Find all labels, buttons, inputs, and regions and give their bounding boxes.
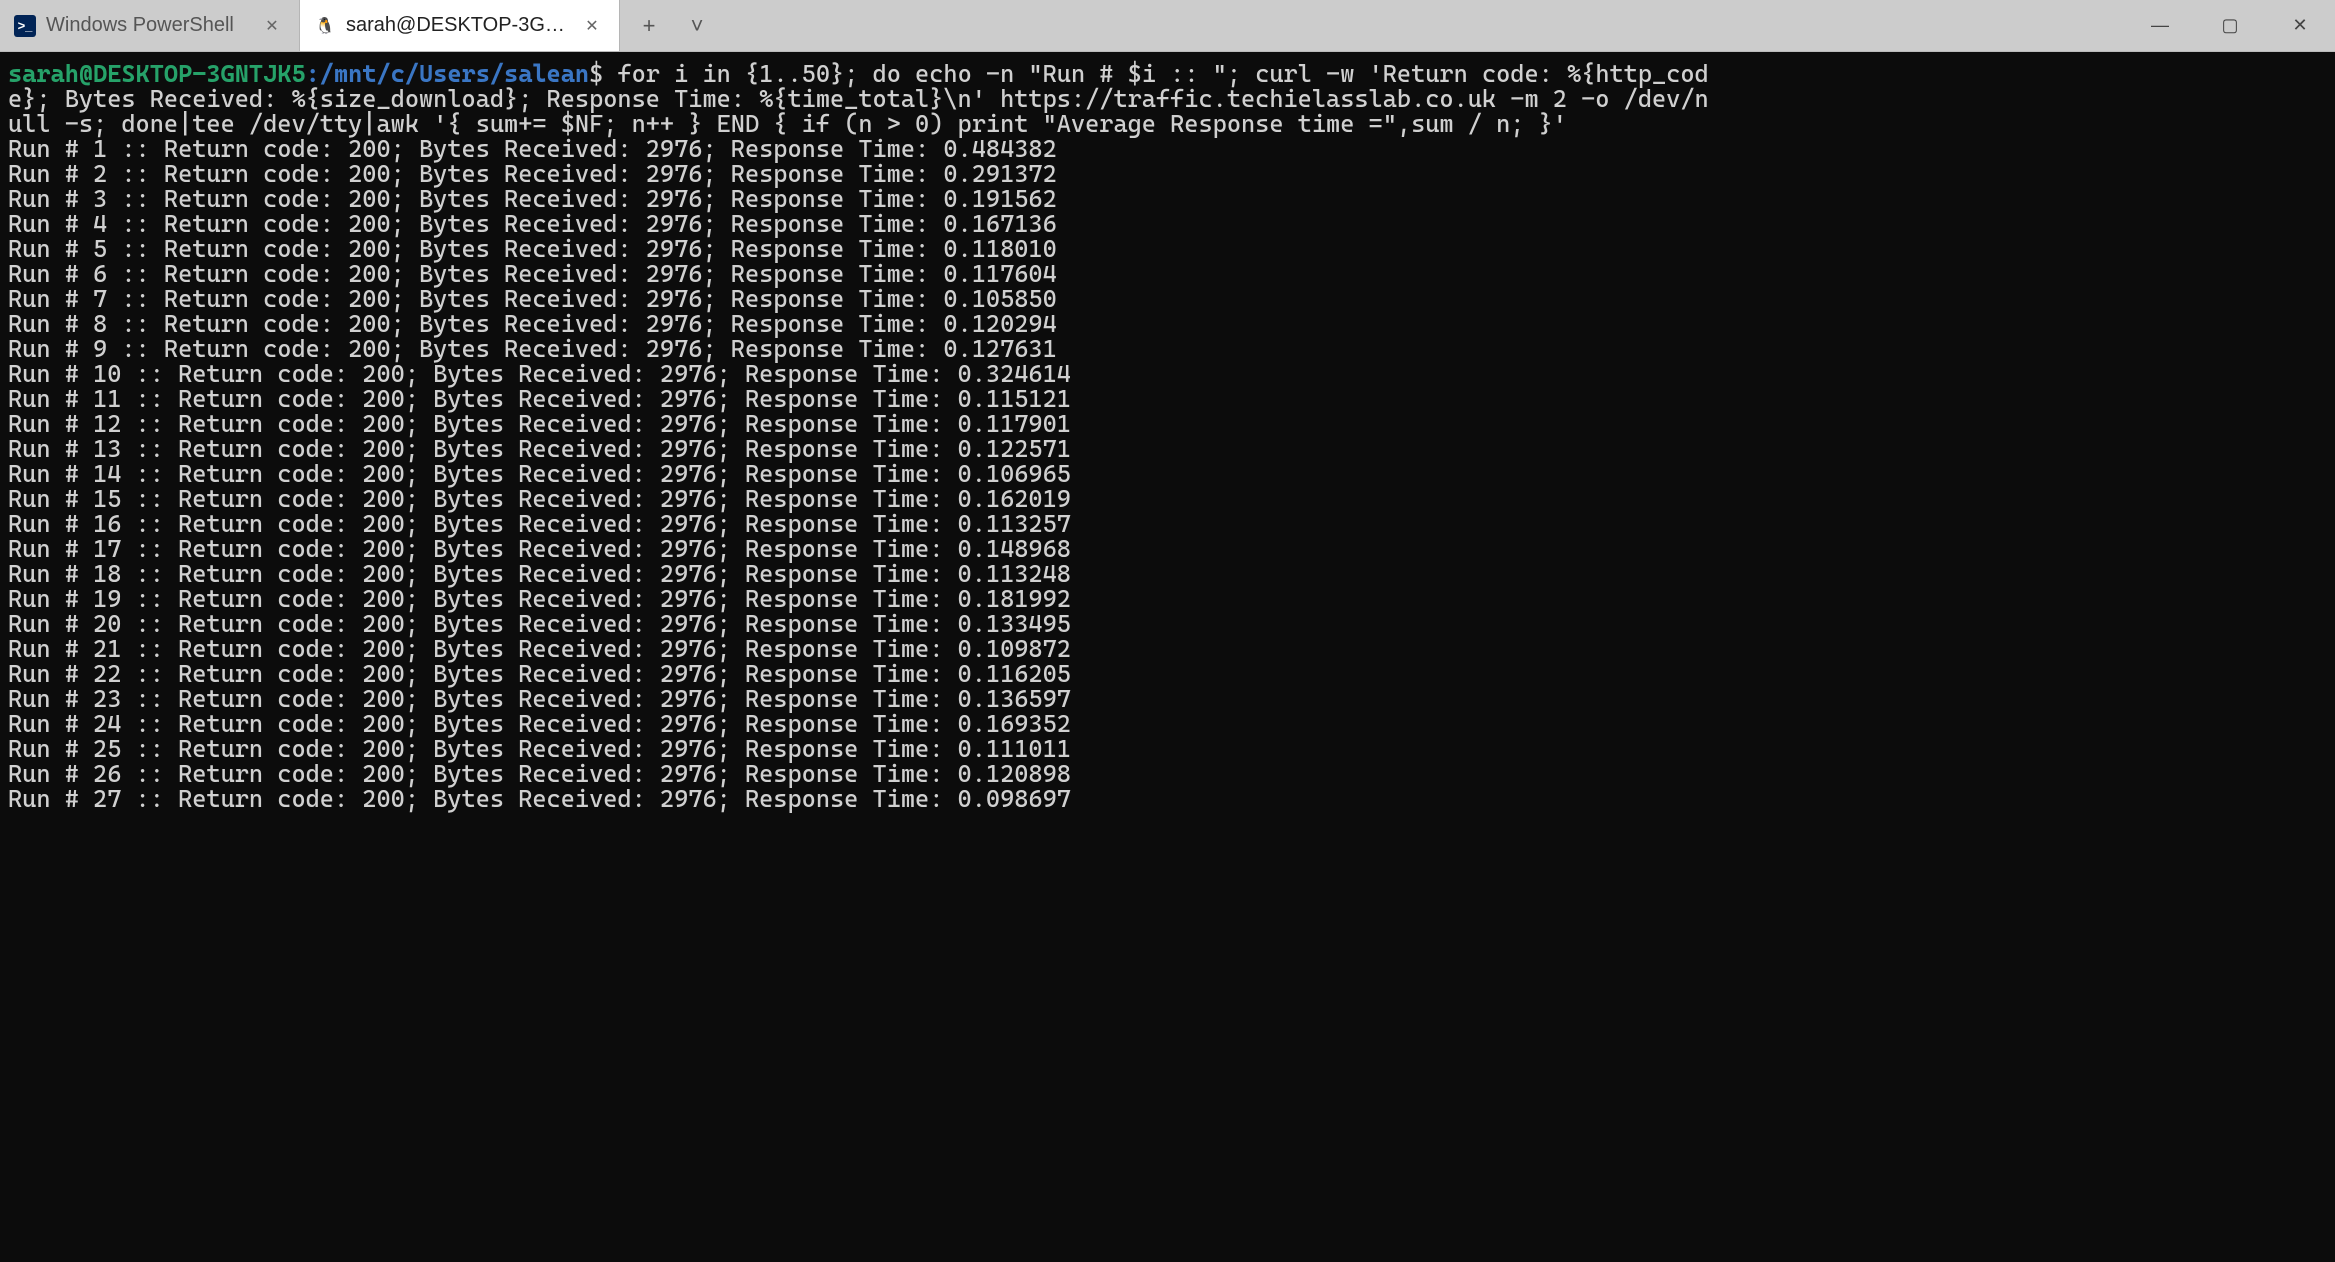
- tab-strip: >_ Windows PowerShell ✕ 🐧 sarah@DESKTOP-…: [0, 0, 2125, 51]
- terminal-output[interactable]: sarah@DESKTOP-3GNTJK5:/mnt/c/Users/salea…: [0, 52, 2335, 822]
- tab-dropdown-button[interactable]: ˅: [678, 7, 716, 45]
- new-tab-button[interactable]: +: [630, 7, 668, 45]
- window-controls: — ▢ ✕: [2125, 0, 2335, 51]
- close-icon[interactable]: ✕: [261, 15, 283, 37]
- minimize-button[interactable]: —: [2125, 0, 2195, 51]
- maximize-button[interactable]: ▢: [2195, 0, 2265, 51]
- tab-actions: + ˅: [620, 0, 726, 51]
- close-window-button[interactable]: ✕: [2265, 0, 2335, 51]
- tab-wsl[interactable]: 🐧 sarah@DESKTOP-3GNTJK5: /mn ✕: [300, 0, 620, 51]
- powershell-icon: >_: [14, 15, 36, 37]
- titlebar: >_ Windows PowerShell ✕ 🐧 sarah@DESKTOP-…: [0, 0, 2335, 52]
- tab-label: Windows PowerShell: [46, 14, 251, 37]
- tab-label: sarah@DESKTOP-3GNTJK5: /mn: [346, 14, 571, 37]
- close-icon[interactable]: ✕: [581, 15, 603, 37]
- tux-icon: 🐧: [314, 15, 336, 37]
- tab-powershell[interactable]: >_ Windows PowerShell ✕: [0, 0, 300, 51]
